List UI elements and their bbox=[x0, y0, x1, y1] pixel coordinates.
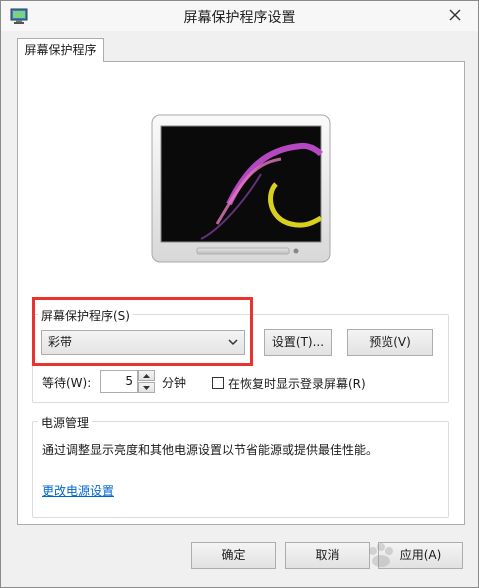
triangle-down-icon bbox=[143, 385, 150, 390]
resume-logon-label: 在恢复时显示登录屏幕(R) bbox=[228, 377, 366, 391]
cancel-button[interactable]: 取消 bbox=[285, 542, 370, 569]
spin-up-button[interactable] bbox=[138, 370, 155, 381]
change-power-settings-link[interactable]: 更改电源设置 bbox=[42, 482, 114, 499]
power-description: 通过调整显示亮度和其他电源设置以节省能源或提供最佳性能。 bbox=[42, 443, 379, 457]
power-group-box bbox=[32, 421, 449, 518]
tab-screensaver[interactable]: 屏幕保护程序 bbox=[17, 38, 104, 62]
triangle-up-icon bbox=[143, 373, 150, 378]
wait-unit-label: 分钟 bbox=[162, 376, 187, 390]
chevron-down-icon bbox=[228, 339, 238, 346]
wait-minutes-input[interactable]: 5 bbox=[100, 370, 138, 393]
settings-button[interactable]: 设置(T)... bbox=[264, 329, 332, 356]
close-icon bbox=[449, 9, 461, 21]
watermark-logo bbox=[369, 543, 393, 567]
screensaver-select[interactable]: 彩带 bbox=[41, 330, 245, 355]
close-button[interactable] bbox=[442, 3, 468, 27]
spin-down-button[interactable] bbox=[138, 382, 155, 393]
wait-label: 等待(W): bbox=[42, 376, 92, 390]
screensaver-group-label: 屏幕保护程序(S) bbox=[38, 307, 133, 324]
screensaver-settings-window: 屏幕保护程序设置 屏幕保护程序 屏幕保护程序(S) 彩带 设置(T)... 预览… bbox=[0, 0, 479, 588]
title-bar: 屏幕保护程序设置 bbox=[1, 1, 478, 31]
resume-logon-checkbox[interactable] bbox=[212, 377, 224, 389]
screensaver-preview-monitor bbox=[151, 114, 331, 263]
ok-button[interactable]: 确定 bbox=[191, 542, 276, 569]
preview-button[interactable]: 预览(V) bbox=[347, 329, 433, 356]
window-title: 屏幕保护程序设置 bbox=[183, 10, 296, 26]
screensaver-selected-value: 彩带 bbox=[48, 335, 73, 349]
power-group-label: 电源管理 bbox=[38, 414, 93, 431]
